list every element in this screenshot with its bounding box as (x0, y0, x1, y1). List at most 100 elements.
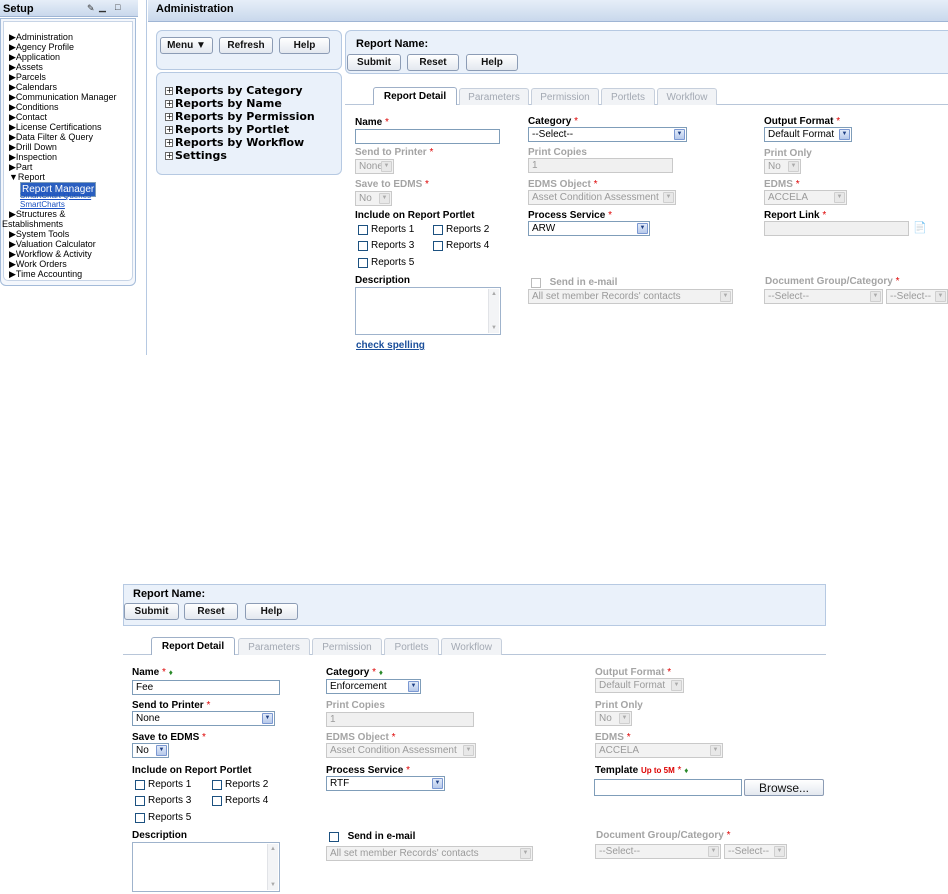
edit-link-icon[interactable]: 📄 (913, 221, 927, 234)
expand-icon[interactable]: + (165, 139, 173, 147)
send-email-checkbox[interactable]: Send in e-mail (329, 831, 415, 842)
nav-work-orders[interactable]: ▶Work Orders (9, 259, 67, 269)
tab-permission[interactable]: Permission (312, 638, 382, 655)
reports-5-checkbox[interactable]: Reports 5 (358, 257, 414, 268)
nav-drill-down[interactable]: ▶Drill Down (9, 142, 57, 152)
nav-parcels[interactable]: ▶Parcels (9, 72, 46, 82)
nav-agency-profile[interactable]: ▶Agency Profile (9, 42, 74, 52)
nav-smartcharts[interactable]: SmartCharts (20, 200, 65, 209)
refresh-button[interactable]: Refresh (219, 37, 273, 54)
tree-reports-by-workflow[interactable]: + Reports by Workflow (165, 136, 304, 149)
output-format-select[interactable]: Default Format ▼ (764, 127, 852, 142)
edms-object-select[interactable]: Asset Condition Assessment ▼ (326, 743, 476, 758)
process-service-select[interactable]: RTF ▼ (326, 776, 445, 791)
check-spelling-link[interactable]: check spelling (356, 340, 425, 351)
tab-parameters[interactable]: Parameters (238, 638, 310, 655)
submit-button[interactable]: Submit (124, 603, 179, 620)
reports-3-checkbox[interactable]: Reports 3 (135, 795, 191, 806)
reset-button[interactable]: Reset (407, 54, 459, 71)
expand-icon[interactable]: + (165, 113, 173, 121)
edms-object-select[interactable]: Asset Condition Assessment ▼ (528, 190, 676, 205)
tab-parameters[interactable]: Parameters (459, 88, 529, 105)
email-recipients-select[interactable]: All set member Records' contacts ▼ (326, 846, 533, 861)
tab-workflow[interactable]: Workflow (441, 638, 502, 655)
tree-settings[interactable]: + Settings (165, 149, 227, 162)
nav-data-filter-query[interactable]: ▶Data Filter & Query (9, 132, 93, 142)
nav-contact[interactable]: ▶Contact (9, 112, 47, 122)
category-select[interactable]: --Select-- ▼ (528, 127, 687, 142)
reports-1-checkbox[interactable]: Reports 1 (135, 779, 191, 790)
nav-smartchart-queries[interactable]: SmartChart Queries (20, 191, 91, 200)
output-format-select[interactable]: Default Format ▼ (595, 678, 684, 693)
tree-reports-by-permission[interactable]: + Reports by Permission (165, 110, 315, 123)
help-button[interactable]: Help (466, 54, 518, 71)
reports-2-checkbox[interactable]: Reports 2 (212, 779, 268, 790)
tab-portlets[interactable]: Portlets (601, 88, 655, 105)
expand-icon[interactable]: + (165, 152, 173, 160)
email-recipients-select[interactable]: All set member Records' contacts ▼ (528, 289, 733, 304)
expand-icon[interactable]: + (165, 87, 173, 95)
tab-permission[interactable]: Permission (531, 88, 599, 105)
nav-part[interactable]: ▶Part (9, 162, 32, 172)
reports-4-checkbox[interactable]: Reports 4 (212, 795, 268, 806)
reports-4-checkbox[interactable]: Reports 4 (433, 240, 489, 251)
scroll-down-icon[interactable]: ▼ (489, 323, 499, 333)
scrollbar[interactable]: ▲ ▼ (488, 289, 499, 333)
print-only-select[interactable]: No ▼ (764, 159, 801, 174)
reports-2-checkbox[interactable]: Reports 2 (433, 224, 489, 235)
scrollbar[interactable]: ▲ ▼ (267, 844, 278, 890)
nav-license-certifications[interactable]: ▶License Certifications (9, 122, 101, 132)
document-category-select[interactable]: --Select-- ▼ (886, 289, 948, 304)
menu-button[interactable]: Menu ▼ (160, 37, 213, 54)
nav-administration[interactable]: ▶Administration (9, 32, 73, 42)
document-category-select[interactable]: --Select-- ▼ (724, 844, 787, 859)
nav-valuation-calculator[interactable]: ▶Valuation Calculator (9, 239, 96, 249)
expand-icon[interactable]: + (165, 126, 173, 134)
document-group-select[interactable]: --Select-- ▼ (595, 844, 721, 859)
tree-reports-by-category[interactable]: + Reports by Category (165, 84, 303, 97)
tree-reports-by-name[interactable]: + Reports by Name (165, 97, 282, 110)
reports-1-checkbox[interactable]: Reports 1 (358, 224, 414, 235)
submit-button[interactable]: Submit (347, 54, 401, 71)
minimize-icon[interactable]: ▁ (99, 2, 106, 13)
nav-assets[interactable]: ▶Assets (9, 62, 43, 72)
pin-icon[interactable]: ✎ (87, 3, 95, 14)
nav-workflow-activity[interactable]: ▶Workflow & Activity (9, 249, 92, 259)
nav-communication-manager[interactable]: ▶Communication Manager (9, 92, 116, 102)
scroll-down-icon[interactable]: ▼ (268, 880, 278, 890)
process-service-select[interactable]: ARW ▼ (528, 221, 650, 236)
expand-icon[interactable]: + (165, 100, 173, 108)
nav-calendars[interactable]: ▶Calendars (9, 82, 57, 92)
tab-workflow[interactable]: Workflow (657, 88, 717, 105)
template-file-field[interactable] (594, 779, 742, 796)
nav-report[interactable]: ▼Report (9, 172, 45, 182)
scroll-up-icon[interactable]: ▲ (268, 844, 278, 854)
edms-select[interactable]: ACCELA ▼ (595, 743, 723, 758)
nav-structures[interactable]: ▶Structures & (9, 209, 65, 219)
send-to-printer-select[interactable]: None ▼ (132, 711, 275, 726)
send-email-checkbox[interactable]: Send in e-mail (531, 277, 617, 288)
tab-report-detail[interactable]: Report Detail (373, 87, 457, 105)
nav-application[interactable]: ▶Application (9, 52, 60, 62)
nav-conditions[interactable]: ▶Conditions (9, 102, 58, 112)
save-to-edms-select[interactable]: No ▼ (132, 743, 169, 758)
reports-3-checkbox[interactable]: Reports 3 (358, 240, 414, 251)
scroll-up-icon[interactable]: ▲ (489, 289, 499, 299)
document-group-select[interactable]: --Select-- ▼ (764, 289, 883, 304)
maximize-icon[interactable]: □ (115, 2, 120, 12)
print-copies-field[interactable]: 1 (326, 712, 474, 727)
name-field[interactable] (355, 129, 500, 144)
nav-system-tools[interactable]: ▶System Tools (9, 229, 69, 239)
nav-inspection[interactable]: ▶Inspection (9, 152, 57, 162)
reports-5-checkbox[interactable]: Reports 5 (135, 812, 191, 823)
nav-establishments[interactable]: Establishments (2, 219, 63, 229)
description-textarea[interactable]: ▲ ▼ (132, 842, 280, 892)
send-to-printer-select[interactable]: None ▼ (355, 159, 394, 174)
name-field[interactable]: Fee (132, 680, 280, 695)
nav-time-accounting[interactable]: ▶Time Accounting (9, 269, 82, 279)
tree-reports-by-portlet[interactable]: + Reports by Portlet (165, 123, 289, 136)
print-copies-field[interactable]: 1 (528, 158, 673, 173)
tab-report-detail[interactable]: Report Detail (151, 637, 235, 655)
reset-button[interactable]: Reset (184, 603, 238, 620)
tab-portlets[interactable]: Portlets (384, 638, 439, 655)
